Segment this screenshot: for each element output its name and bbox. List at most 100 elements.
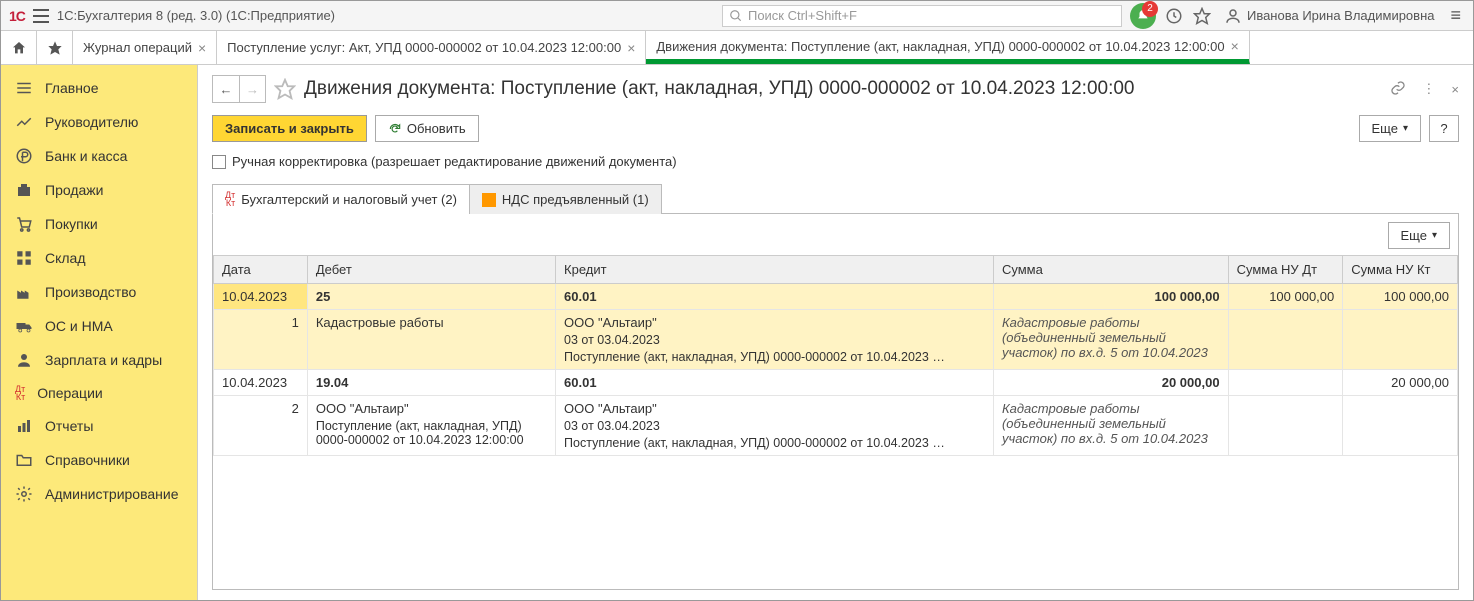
- refresh-button[interactable]: Обновить: [375, 115, 479, 142]
- help-button[interactable]: ?: [1429, 115, 1459, 142]
- cell-sum-nu-kt: 20 000,00: [1343, 370, 1458, 396]
- sidebar-item-production[interactable]: Производство: [1, 275, 197, 309]
- sidebar-label: Банк и касса: [45, 148, 127, 164]
- search-input[interactable]: Поиск Ctrl+Shift+F: [722, 5, 1122, 27]
- close-icon[interactable]: ×: [1231, 38, 1239, 54]
- sidebar-item-warehouse[interactable]: Склад: [1, 241, 197, 275]
- gear-icon: [15, 485, 33, 503]
- home-icon: [11, 40, 27, 56]
- user-icon: [1224, 7, 1242, 25]
- sidebar-item-bank[interactable]: Банк и касса: [1, 139, 197, 173]
- notifications-button[interactable]: 2: [1130, 3, 1156, 29]
- app-window: 1С 1С:Бухгалтерия 8 (ред. 3.0) (1С:Предп…: [0, 0, 1474, 601]
- subline: Поступление (акт, накладная, УПД) 0000-0…: [316, 416, 547, 447]
- sidebar-item-payroll[interactable]: Зарплата и кадры: [1, 343, 197, 377]
- document-tabs: Журнал операций × Поступление услуг: Акт…: [1, 31, 1473, 65]
- tab-journal[interactable]: Журнал операций ×: [73, 31, 217, 64]
- close-icon[interactable]: ×: [1451, 82, 1459, 97]
- sidebar-item-operations[interactable]: ДтКтОперации: [1, 377, 197, 409]
- star-icon[interactable]: [1192, 6, 1212, 26]
- app-menu-icon[interactable]: ≡: [1446, 5, 1465, 26]
- col-sum-nu-dt[interactable]: Сумма НУ Дт: [1228, 256, 1343, 284]
- ruble-icon: [15, 147, 33, 165]
- title-row: ← → Движения документа: Поступление (акт…: [212, 75, 1459, 103]
- star-filled-icon: [47, 40, 63, 56]
- sidebar-item-manager[interactable]: Руководителю: [1, 105, 197, 139]
- tab-receipt[interactable]: Поступление услуг: Акт, УПД 0000-000002 …: [217, 31, 646, 64]
- col-date[interactable]: Дата: [214, 256, 308, 284]
- tab-label: НДС предъявленный (1): [502, 192, 649, 207]
- main-content: ← → Движения документа: Поступление (акт…: [198, 65, 1473, 600]
- tab-label: Бухгалтерский и налоговый учет (2): [241, 192, 457, 207]
- hamburger-icon[interactable]: [33, 9, 49, 23]
- cell-sum-nu-dt: 100 000,00: [1228, 284, 1343, 310]
- cell-debit-acc: 25: [307, 284, 555, 310]
- cell-row-num: 1: [214, 310, 308, 370]
- sidebar-label: Операции: [37, 385, 103, 401]
- sidebar-label: Администрирование: [45, 486, 179, 502]
- manual-edit-label: Ручная корректировка (разрешает редактир…: [232, 154, 677, 169]
- subline: 03 от 03.04.2023: [564, 330, 985, 347]
- chevron-down-icon: ▾: [1432, 230, 1437, 241]
- close-icon[interactable]: ×: [627, 40, 635, 56]
- chevron-down-icon: ▾: [1403, 123, 1408, 134]
- col-sum-nu-kt[interactable]: Сумма НУ Кт: [1343, 256, 1458, 284]
- kebab-icon[interactable]: ⋮: [1422, 81, 1435, 97]
- sidebar-item-assets[interactable]: ОС и НМА: [1, 309, 197, 343]
- subline: ООО "Альтаир": [316, 401, 547, 416]
- cell-debit-sub: ООО "Альтаир" Поступление (акт, накладна…: [307, 396, 555, 456]
- search-icon: [729, 9, 743, 23]
- table-more-button[interactable]: Еще▾: [1388, 222, 1450, 249]
- favorites-tab[interactable]: [37, 31, 73, 64]
- nav-forward-button: →: [239, 76, 265, 102]
- sidebar-item-sales[interactable]: Продажи: [1, 173, 197, 207]
- sidebar-item-main[interactable]: Главное: [1, 71, 197, 105]
- nav-back-button[interactable]: ←: [213, 76, 239, 102]
- cell-credit-sub: ООО "Альтаир" 03 от 03.04.2023 Поступлен…: [556, 310, 994, 370]
- home-tab[interactable]: [1, 31, 37, 64]
- cell-credit-sub: ООО "Альтаир" 03 от 03.04.2023 Поступлен…: [556, 396, 994, 456]
- tab-movements[interactable]: Движения документа: Поступление (акт, на…: [646, 31, 1249, 64]
- table-header-row: Дата Дебет Кредит Сумма Сумма НУ Дт Сумм…: [214, 256, 1458, 284]
- cell-debit-acc: 19.04: [307, 370, 555, 396]
- vat-icon: [482, 193, 496, 207]
- cell-sum-nu-kt: 100 000,00: [1343, 284, 1458, 310]
- sidebar-item-catalogs[interactable]: Справочники: [1, 443, 197, 477]
- sidebar-item-purchases[interactable]: Покупки: [1, 207, 197, 241]
- sidebar-label: Отчеты: [45, 418, 93, 434]
- col-credit[interactable]: Кредит: [556, 256, 994, 284]
- col-debit[interactable]: Дебет: [307, 256, 555, 284]
- tab-label: Движения документа: Поступление (акт, на…: [656, 39, 1224, 54]
- cell-debit-sub: Кадастровые работы: [307, 310, 555, 370]
- tab-accounting[interactable]: ДтКт Бухгалтерский и налоговый учет (2): [212, 184, 470, 214]
- folder-icon: [15, 451, 33, 469]
- grid-icon: [15, 249, 33, 267]
- table-row[interactable]: 10.04.2023 19.04 60.01 20 000,00 20 000,…: [214, 370, 1458, 396]
- history-icon[interactable]: [1164, 6, 1184, 26]
- app-title: 1С:Бухгалтерия 8 (ред. 3.0) (1С:Предприя…: [57, 8, 335, 23]
- close-icon[interactable]: ×: [198, 40, 206, 56]
- sidebar-item-admin[interactable]: Администрирование: [1, 477, 197, 511]
- favorite-star-icon[interactable]: [274, 78, 296, 100]
- tab-vat[interactable]: НДС предъявленный (1): [469, 184, 662, 214]
- cell-desc: Кадастровые работы (объединенный земельн…: [993, 396, 1228, 456]
- table-row[interactable]: 10.04.2023 25 60.01 100 000,00 100 000,0…: [214, 284, 1458, 310]
- table-row[interactable]: 1 Кадастровые работы ООО "Альтаир" 03 от…: [214, 310, 1458, 370]
- link-icon[interactable]: [1390, 80, 1406, 99]
- subline: ООО "Альтаир": [564, 401, 985, 416]
- cell-date: 10.04.2023: [214, 284, 308, 310]
- more-button[interactable]: Еще▾: [1359, 115, 1421, 142]
- cart-icon: [15, 215, 33, 233]
- entries-table: Дата Дебет Кредит Сумма Сумма НУ Дт Сумм…: [213, 255, 1458, 456]
- user-name: Иванова Ирина Владимировна: [1247, 8, 1435, 23]
- manual-edit-checkbox[interactable]: [212, 155, 226, 169]
- table-row[interactable]: 2 ООО "Альтаир" Поступление (акт, наклад…: [214, 396, 1458, 456]
- user-menu[interactable]: Иванова Ирина Владимировна: [1220, 7, 1439, 25]
- col-sum[interactable]: Сумма: [993, 256, 1228, 284]
- search-placeholder: Поиск Ctrl+Shift+F: [748, 8, 857, 23]
- save-close-button[interactable]: Записать и закрыть: [212, 115, 367, 142]
- sidebar-label: Главное: [45, 80, 99, 96]
- page-title: Движения документа: Поступление (акт, на…: [304, 78, 1382, 100]
- sidebar-item-reports[interactable]: Отчеты: [1, 409, 197, 443]
- notification-badge: 2: [1142, 1, 1158, 17]
